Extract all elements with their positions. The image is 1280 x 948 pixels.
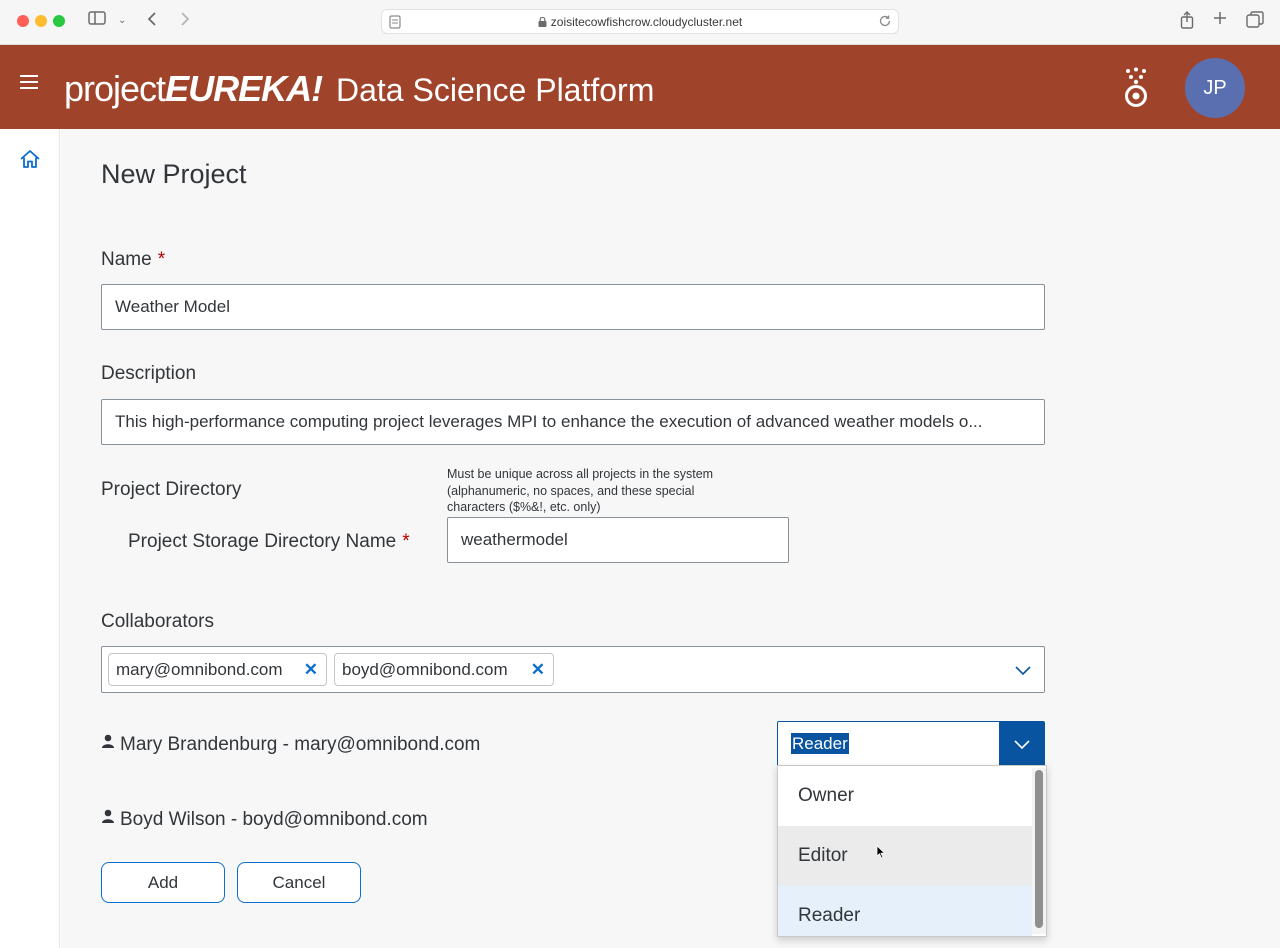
role-select[interactable]: Reader xyxy=(777,721,1045,767)
storage-dir-label: Project Storage Directory Name * xyxy=(128,531,410,553)
description-input[interactable]: This high-performance computing project … xyxy=(101,399,1045,445)
avatar[interactable]: JP xyxy=(1185,58,1245,118)
dropdown-scrollbar[interactable] xyxy=(1032,768,1046,934)
role-dropdown-button[interactable] xyxy=(999,722,1044,766)
browser-toolbar: ⌄ zoisitecowfishcrow.cloudycluster.net xyxy=(0,0,1280,45)
mouse-cursor-icon xyxy=(876,845,886,859)
role-select-value: Reader xyxy=(791,733,849,754)
new-project-form: New Project Name * Weather Model Descript… xyxy=(61,129,1280,948)
remove-token-icon[interactable]: ✕ xyxy=(531,654,545,685)
url-label: zoisitecowfishcrow.cloudycluster.net xyxy=(550,15,743,29)
name-label-text: Name xyxy=(101,249,152,270)
role-option-reader[interactable]: Reader xyxy=(778,886,1032,936)
logo-text-project: project xyxy=(64,68,166,109)
home-icon[interactable] xyxy=(19,148,41,170)
storage-dir-input[interactable]: weathermodel xyxy=(447,517,789,563)
collaborator-name: Mary Brandenburg - mary@omnibond.com xyxy=(120,734,481,755)
collaborator-name: Boyd Wilson - boyd@omnibond.com xyxy=(120,809,428,830)
tab-overview-icon[interactable] xyxy=(1246,11,1264,35)
eureka-mascot-icon xyxy=(1120,67,1152,107)
collaborator-row: Mary Brandenburg - mary@omnibond.com xyxy=(101,732,480,756)
back-icon[interactable] xyxy=(146,11,158,33)
description-label: Description xyxy=(101,363,197,384)
close-window-button[interactable] xyxy=(17,15,29,27)
reload-icon[interactable] xyxy=(878,14,892,33)
minimize-window-button[interactable] xyxy=(35,15,47,27)
sidebar-menu-chevron-icon[interactable]: ⌄ xyxy=(118,11,126,31)
person-icon xyxy=(101,807,115,823)
url-text: zoisitecowfishcrow.cloudycluster.net xyxy=(382,15,898,29)
role-options-list: Owner Editor Reader xyxy=(777,765,1047,937)
share-icon[interactable] xyxy=(1180,11,1194,35)
project-directory-label: Project Directory xyxy=(101,479,242,500)
collaborator-row: Boyd Wilson - boyd@omnibond.com xyxy=(101,807,428,831)
scrollbar-thumb[interactable] xyxy=(1035,770,1043,928)
required-marker: * xyxy=(157,249,166,270)
storage-dir-label-text: Project Storage Directory Name xyxy=(128,531,397,552)
new-tab-icon[interactable] xyxy=(1213,11,1227,31)
hamburger-icon[interactable] xyxy=(20,75,38,91)
collaborator-token-label: mary@omnibond.com xyxy=(116,660,283,679)
collaborator-token[interactable]: boyd@omnibond.com ✕ xyxy=(334,653,554,686)
role-option-editor[interactable]: Editor xyxy=(778,826,1032,886)
app-header: projectEUREKA! Data Science Platform JP xyxy=(0,45,1280,129)
app-title: Data Science Platform xyxy=(336,72,655,108)
add-button[interactable]: Add xyxy=(101,862,225,903)
side-navigation xyxy=(0,129,60,948)
cancel-button[interactable]: Cancel xyxy=(237,862,361,903)
lock-icon xyxy=(538,16,547,27)
chevron-down-icon[interactable] xyxy=(1012,659,1034,681)
collaborator-token[interactable]: mary@omnibond.com ✕ xyxy=(108,653,327,686)
page-title: New Project xyxy=(101,159,247,189)
remove-token-icon[interactable]: ✕ xyxy=(304,654,318,685)
name-label: Name * xyxy=(101,249,165,271)
collaborators-label: Collaborators xyxy=(101,611,214,632)
brand-logo[interactable]: projectEUREKA! xyxy=(64,67,323,111)
logo-text-eureka: EUREKA! xyxy=(165,68,323,109)
person-icon xyxy=(101,732,115,748)
collaborators-combobox[interactable]: mary@omnibond.com ✕ boyd@omnibond.com ✕ xyxy=(101,646,1045,693)
forward-icon[interactable] xyxy=(179,11,191,33)
required-marker: * xyxy=(402,531,410,552)
name-input[interactable]: Weather Model xyxy=(101,284,1045,330)
role-option-owner[interactable]: Owner xyxy=(778,766,1032,826)
storage-dir-hint: Must be unique across all projects in th… xyxy=(447,467,714,514)
sidebar-toggle-icon[interactable] xyxy=(88,11,106,31)
collaborator-token-label: boyd@omnibond.com xyxy=(342,660,508,679)
address-bar[interactable]: zoisitecowfishcrow.cloudycluster.net xyxy=(381,9,899,34)
zoom-window-button[interactable] xyxy=(53,15,65,27)
